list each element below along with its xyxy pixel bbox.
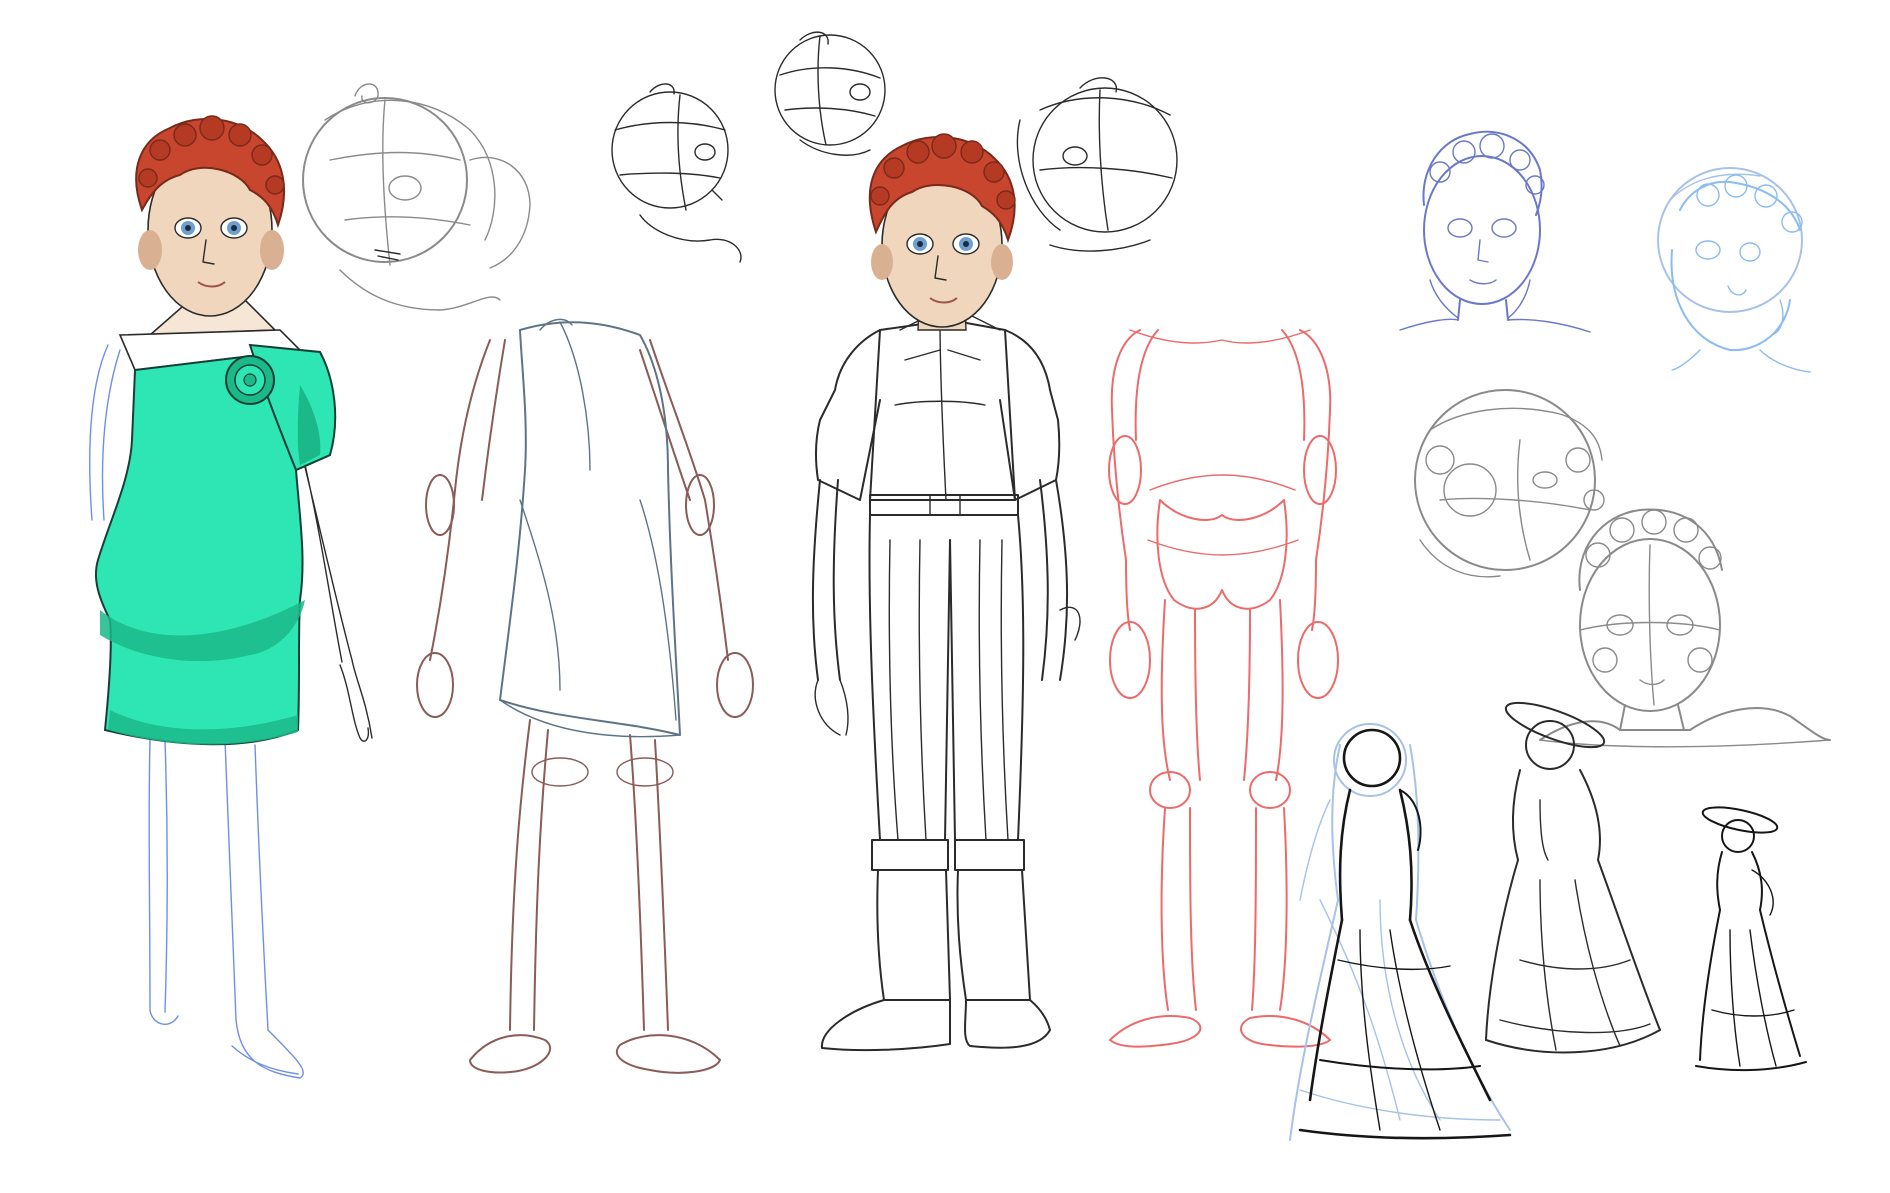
character-design-sheet: [0, 0, 1890, 1193]
teal-figure-rosette: [225, 355, 275, 405]
